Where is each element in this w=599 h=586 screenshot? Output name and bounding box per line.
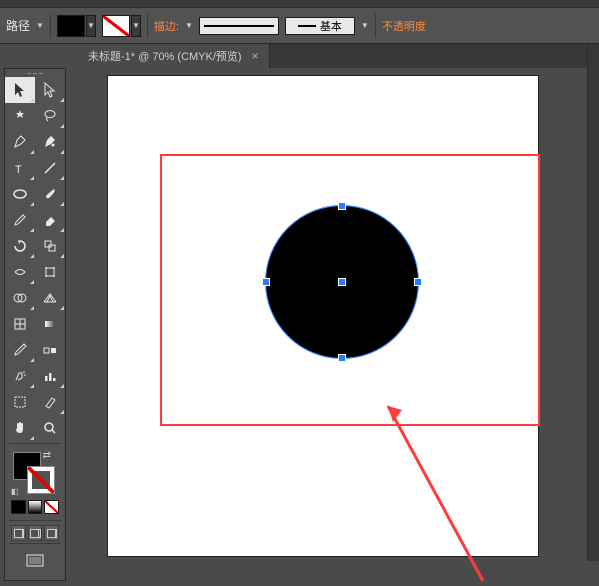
column-graph-tool[interactable] xyxy=(35,363,65,389)
rotate-tool[interactable] xyxy=(5,233,35,259)
type-tool[interactable]: T xyxy=(5,155,35,181)
document-tab[interactable]: 未标题-1* @ 70% (CMYK/预览) × xyxy=(78,44,270,68)
direct-selection-tool[interactable] xyxy=(35,77,65,103)
stroke-style-icon xyxy=(298,25,316,27)
selection-handle-right[interactable] xyxy=(415,279,421,285)
magic-wand-tool[interactable] xyxy=(5,103,35,129)
draw-mode-row xyxy=(5,525,65,541)
close-icon[interactable]: × xyxy=(252,50,259,62)
stroke-style-label: 基本 xyxy=(320,18,342,34)
selected-ellipse-shape[interactable] xyxy=(266,206,418,358)
curvature-tool[interactable] xyxy=(35,129,65,155)
fill-swatch[interactable]: ▼ xyxy=(57,15,96,37)
selection-handle-bottom[interactable] xyxy=(339,355,345,361)
app-top-strip xyxy=(0,0,599,8)
perspective-grid-tool[interactable] xyxy=(35,285,65,311)
stroke-swatch[interactable]: ▼ xyxy=(102,15,141,37)
document-tab-title: 未标题-1* @ 70% (CMYK/预览) xyxy=(88,48,242,64)
gradient-tool[interactable] xyxy=(35,311,65,337)
mesh-tool[interactable] xyxy=(5,311,35,337)
chevron-down-icon[interactable]: ▼ xyxy=(361,21,369,30)
symbol-sprayer-tool[interactable] xyxy=(5,363,35,389)
selection-handle-top[interactable] xyxy=(339,203,345,209)
chevron-down-icon[interactable]: ▼ xyxy=(86,15,96,37)
options-bar: 路径 ▼ ▼ ▼ 描边: ▼ 基本 ▼ 不透明度 xyxy=(0,8,599,44)
document-tab-bar: 未标题-1* @ 70% (CMYK/预览) × xyxy=(78,44,599,68)
stroke-weight-display[interactable] xyxy=(199,17,279,35)
line-tool[interactable] xyxy=(35,155,65,181)
lasso-tool[interactable] xyxy=(35,103,65,129)
chevron-down-icon[interactable]: ▼ xyxy=(185,21,193,30)
canvas-area[interactable] xyxy=(78,68,599,561)
blend-tool[interactable] xyxy=(35,337,65,363)
selection-center-point[interactable] xyxy=(339,279,345,285)
paintbrush-tool[interactable] xyxy=(35,181,65,207)
solid-color-mode[interactable] xyxy=(11,500,26,514)
gradient-mode[interactable] xyxy=(28,500,43,514)
tools-panel: T ⇄ ◧ xyxy=(4,68,66,581)
stroke-label: 描边: xyxy=(154,18,179,34)
stroke-style-select[interactable]: 基本 xyxy=(285,17,355,35)
panel-grip[interactable] xyxy=(5,69,65,77)
pencil-tool[interactable] xyxy=(5,207,35,233)
separator xyxy=(9,443,61,444)
none-mode[interactable] xyxy=(44,500,59,514)
slice-tool[interactable] xyxy=(35,389,65,415)
artboard-tool[interactable] xyxy=(5,389,35,415)
separator xyxy=(9,520,61,521)
separator xyxy=(50,14,51,38)
selection-tool[interactable] xyxy=(5,77,35,103)
width-tool[interactable] xyxy=(5,259,35,285)
draw-behind-mode[interactable] xyxy=(28,525,43,541)
separator xyxy=(9,543,61,544)
selection-handle-left[interactable] xyxy=(263,279,269,285)
draw-normal-mode[interactable] xyxy=(11,525,26,541)
color-mode-row xyxy=(5,500,65,514)
artboard[interactable] xyxy=(108,76,538,556)
fill-stroke-control[interactable]: ⇄ ◧ xyxy=(11,450,59,496)
stroke-preview-icon xyxy=(204,25,274,27)
swap-icon[interactable]: ⇄ xyxy=(43,450,51,461)
pen-tool[interactable] xyxy=(5,129,35,155)
stroke-color-none-icon xyxy=(102,15,130,37)
shape-builder-tool[interactable] xyxy=(5,285,35,311)
separator xyxy=(147,14,148,38)
separator xyxy=(375,14,376,38)
eraser-tool[interactable] xyxy=(35,207,65,233)
chevron-down-icon[interactable]: ▼ xyxy=(36,21,44,30)
opacity-label: 不透明度 xyxy=(382,18,426,34)
shape-mode-label[interactable]: 路径 xyxy=(6,17,30,34)
ellipse-tool[interactable] xyxy=(5,181,35,207)
draw-inside-mode[interactable] xyxy=(44,525,59,541)
scale-tool[interactable] xyxy=(35,233,65,259)
hand-tool[interactable] xyxy=(5,415,35,441)
eyedropper-tool[interactable] xyxy=(5,337,35,363)
free-transform-tool[interactable] xyxy=(35,259,65,285)
zoom-tool[interactable] xyxy=(35,415,65,441)
chevron-down-icon[interactable]: ▼ xyxy=(131,15,141,37)
svg-text:T: T xyxy=(15,164,22,176)
default-fill-stroke-icon[interactable]: ◧ xyxy=(11,487,19,496)
stroke-square-icon[interactable] xyxy=(27,466,55,494)
tool-grid: T xyxy=(5,77,65,441)
right-panel-edge[interactable] xyxy=(587,44,599,561)
screen-mode-tool[interactable] xyxy=(5,548,65,574)
fill-color-icon xyxy=(57,15,85,37)
